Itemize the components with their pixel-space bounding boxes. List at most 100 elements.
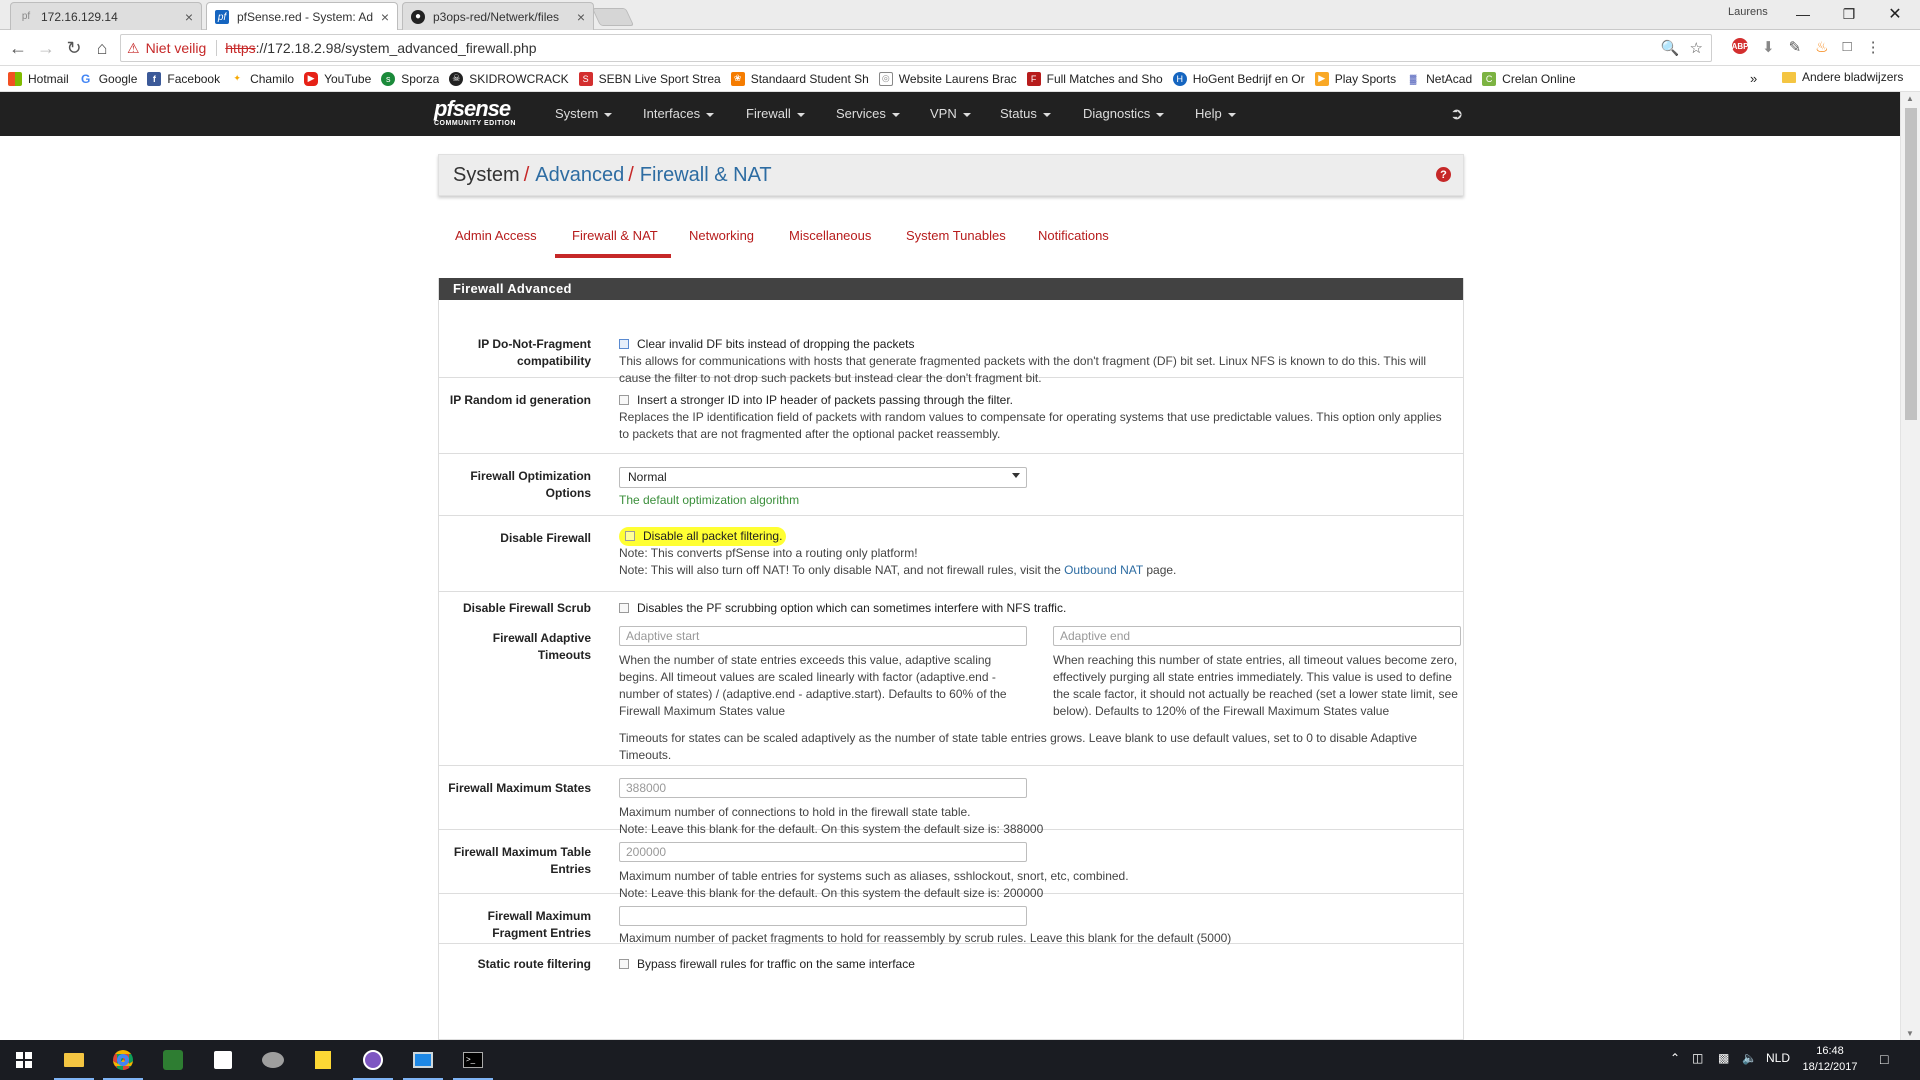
disable-firewall-checkbox[interactable] [625,530,635,541]
taskbar-store[interactable] [199,1040,247,1080]
adblock-icon[interactable]: ABP [1732,38,1748,54]
tab-firewall-nat[interactable]: Firewall & NAT [572,228,658,243]
taskbar-chrome[interactable] [99,1040,147,1080]
bookmark-hogent[interactable]: H HoGent Bedrijf en Or [1172,71,1305,86]
bookmark-hotmail[interactable]: Hotmail [8,71,69,86]
checkbox-label[interactable]: Disables the PF scrubbing option which c… [637,601,1066,615]
dnf-checkbox[interactable] [619,338,629,349]
browser-tab-1[interactable]: pf 172.16.129.14 × [10,2,202,30]
taskbar-terminal[interactable]: >_ [449,1040,497,1080]
search-icon[interactable]: 🔍 [1661,39,1680,57]
menu-help[interactable]: Help [1195,106,1236,121]
close-icon[interactable]: × [381,9,389,25]
outbound-nat-link[interactable]: Outbound NAT [1064,563,1143,577]
tab-notifications[interactable]: Notifications [1038,228,1109,243]
warning-icon[interactable]: ⚠ [127,40,140,57]
pen-icon[interactable]: ✎ [1789,38,1802,56]
fire-extension-icon[interactable]: ♨ [1815,38,1828,56]
static-route-checkbox[interactable] [619,958,629,969]
more-bookmarks-icon[interactable]: » [1750,71,1757,86]
tab-admin-access[interactable]: Admin Access [455,228,537,243]
checkbox-label[interactable]: Bypass firewall rules for traffic on the… [637,957,915,971]
checkbox-label[interactable]: Clear invalid DF bits instead of droppin… [637,337,914,351]
notifications-icon[interactable]: □ [1880,1051,1888,1067]
bookmark-play-sports[interactable]: ▶ Play Sports [1314,71,1396,86]
help-icon[interactable]: ? [1436,167,1451,182]
close-window-icon[interactable]: ✕ [1872,0,1918,28]
taskbar-app-5[interactable] [249,1040,297,1080]
security-label[interactable]: Niet veilig [146,40,207,56]
chevron-up-icon[interactable]: ⌃ [1670,1051,1680,1065]
menu-status[interactable]: Status [1000,106,1051,121]
checkbox-label[interactable]: Insert a stronger ID into IP header of p… [637,393,1013,407]
bookmark-google[interactable]: G Google [78,71,137,86]
start-button[interactable] [0,1040,48,1080]
breadcrumb-advanced[interactable]: Advanced [535,164,624,187]
scroll-down-icon[interactable]: ▼ [1906,1029,1914,1038]
bookmark-sebn[interactable]: S SEBN Live Sport Strea [578,71,721,86]
home-icon[interactable]: ⌂ [90,36,114,60]
menu-diagnostics[interactable]: Diagnostics [1083,106,1165,121]
menu-firewall[interactable]: Firewall [746,106,805,121]
close-icon[interactable]: × [577,9,585,25]
menu-vpn[interactable]: VPN [930,106,971,121]
bookmark-facebook[interactable]: f Facebook [147,71,220,86]
scroll-up-icon[interactable]: ▲ [1906,94,1914,103]
other-bookmarks[interactable]: Andere bladwijzers [1782,70,1903,84]
scrub-checkbox[interactable] [619,602,629,613]
taskbar-sticky-notes[interactable] [299,1040,347,1080]
pfsense-logo[interactable]: pfsense COMMUNITY EDITION [434,98,516,128]
device-icon[interactable]: ◫ [1692,1051,1703,1065]
bookmark-netacad[interactable]: ▓ NetAcad [1406,71,1472,86]
taskbar-app-7[interactable] [349,1040,397,1080]
menu-services[interactable]: Services [836,106,900,121]
menu-icon[interactable]: ⋮ [1866,38,1881,56]
reload-icon[interactable]: ↻ [62,36,86,60]
maximize-icon[interactable]: ❐ [1826,0,1872,28]
tab-system-tunables[interactable]: System Tunables [906,228,1006,243]
bookmark-youtube[interactable]: ▶ YouTube [304,71,371,86]
menu-interfaces[interactable]: Interfaces [643,106,715,121]
bookmark-skidrowcrack[interactable]: ☠ SKIDROWCRACK [449,71,569,86]
bookmark-full-matches[interactable]: F Full Matches and Sho [1026,71,1163,86]
optimization-select[interactable]: Normal [619,467,1027,488]
adaptive-start-input[interactable]: Adaptive start [619,626,1027,646]
network-icon[interactable]: ▩ [1718,1051,1729,1065]
taskbar-remote-desktop[interactable] [399,1040,447,1080]
taskbar-app-3[interactable] [149,1040,197,1080]
volume-icon[interactable]: 🔈 [1742,1051,1757,1065]
language-indicator[interactable]: NLD [1766,1051,1790,1065]
page-scrollbar[interactable]: ▲ ▼ [1900,92,1920,1040]
bookmark-chamilo[interactable]: ✦ Chamilo [230,71,294,86]
new-tab-button[interactable] [591,8,635,26]
breadcrumb-firewall-nat[interactable]: Firewall & NAT [640,164,772,187]
system-clock[interactable]: 16:48 18/12/2017 [1800,1043,1860,1075]
adaptive-end-input[interactable]: Adaptive end [1053,626,1461,646]
max-table-entries-input[interactable]: 200000 [619,842,1027,862]
close-icon[interactable]: × [185,9,193,25]
logout-icon[interactable]: ➲ [1450,104,1463,124]
forward-icon[interactable]: → [34,36,58,60]
browser-tab-2[interactable]: pf pfSense.red - System: Ad × [206,2,398,31]
minimize-icon[interactable]: — [1780,0,1826,28]
random-id-checkbox[interactable] [619,394,629,405]
menu-system[interactable]: System [555,106,613,121]
max-states-input[interactable]: 388000 [619,778,1027,798]
checkbox-label[interactable]: Disable all packet filtering. [643,529,782,543]
browser-tab-3[interactable]: ● p3ops-red/Netwerk/files × [402,2,594,30]
bookmark-crelan[interactable]: C Crelan Online [1482,71,1576,86]
bookmark-website-laurens[interactable]: ◎ Website Laurens Brac [878,71,1017,86]
bookmark-sporza[interactable]: s Sporza [381,71,439,86]
cast-icon[interactable]: □ [1843,38,1852,56]
bookmark-standaard-student[interactable]: ❀ Standaard Student Sh [730,71,869,86]
max-fragment-entries-input[interactable] [619,906,1027,926]
address-bar[interactable]: ⚠ Niet veilig https ://172.18.2.98/syste… [120,34,1712,62]
download-icon[interactable]: ⬇ [1762,38,1775,56]
taskbar-file-explorer[interactable] [50,1040,98,1080]
back-icon[interactable]: ← [6,36,30,60]
star-icon[interactable]: ☆ [1690,39,1703,57]
profile-name[interactable]: Laurens [1728,6,1768,18]
scrollbar-thumb[interactable] [1905,108,1917,420]
tab-miscellaneous[interactable]: Miscellaneous [789,228,871,243]
tab-networking[interactable]: Networking [689,228,754,243]
